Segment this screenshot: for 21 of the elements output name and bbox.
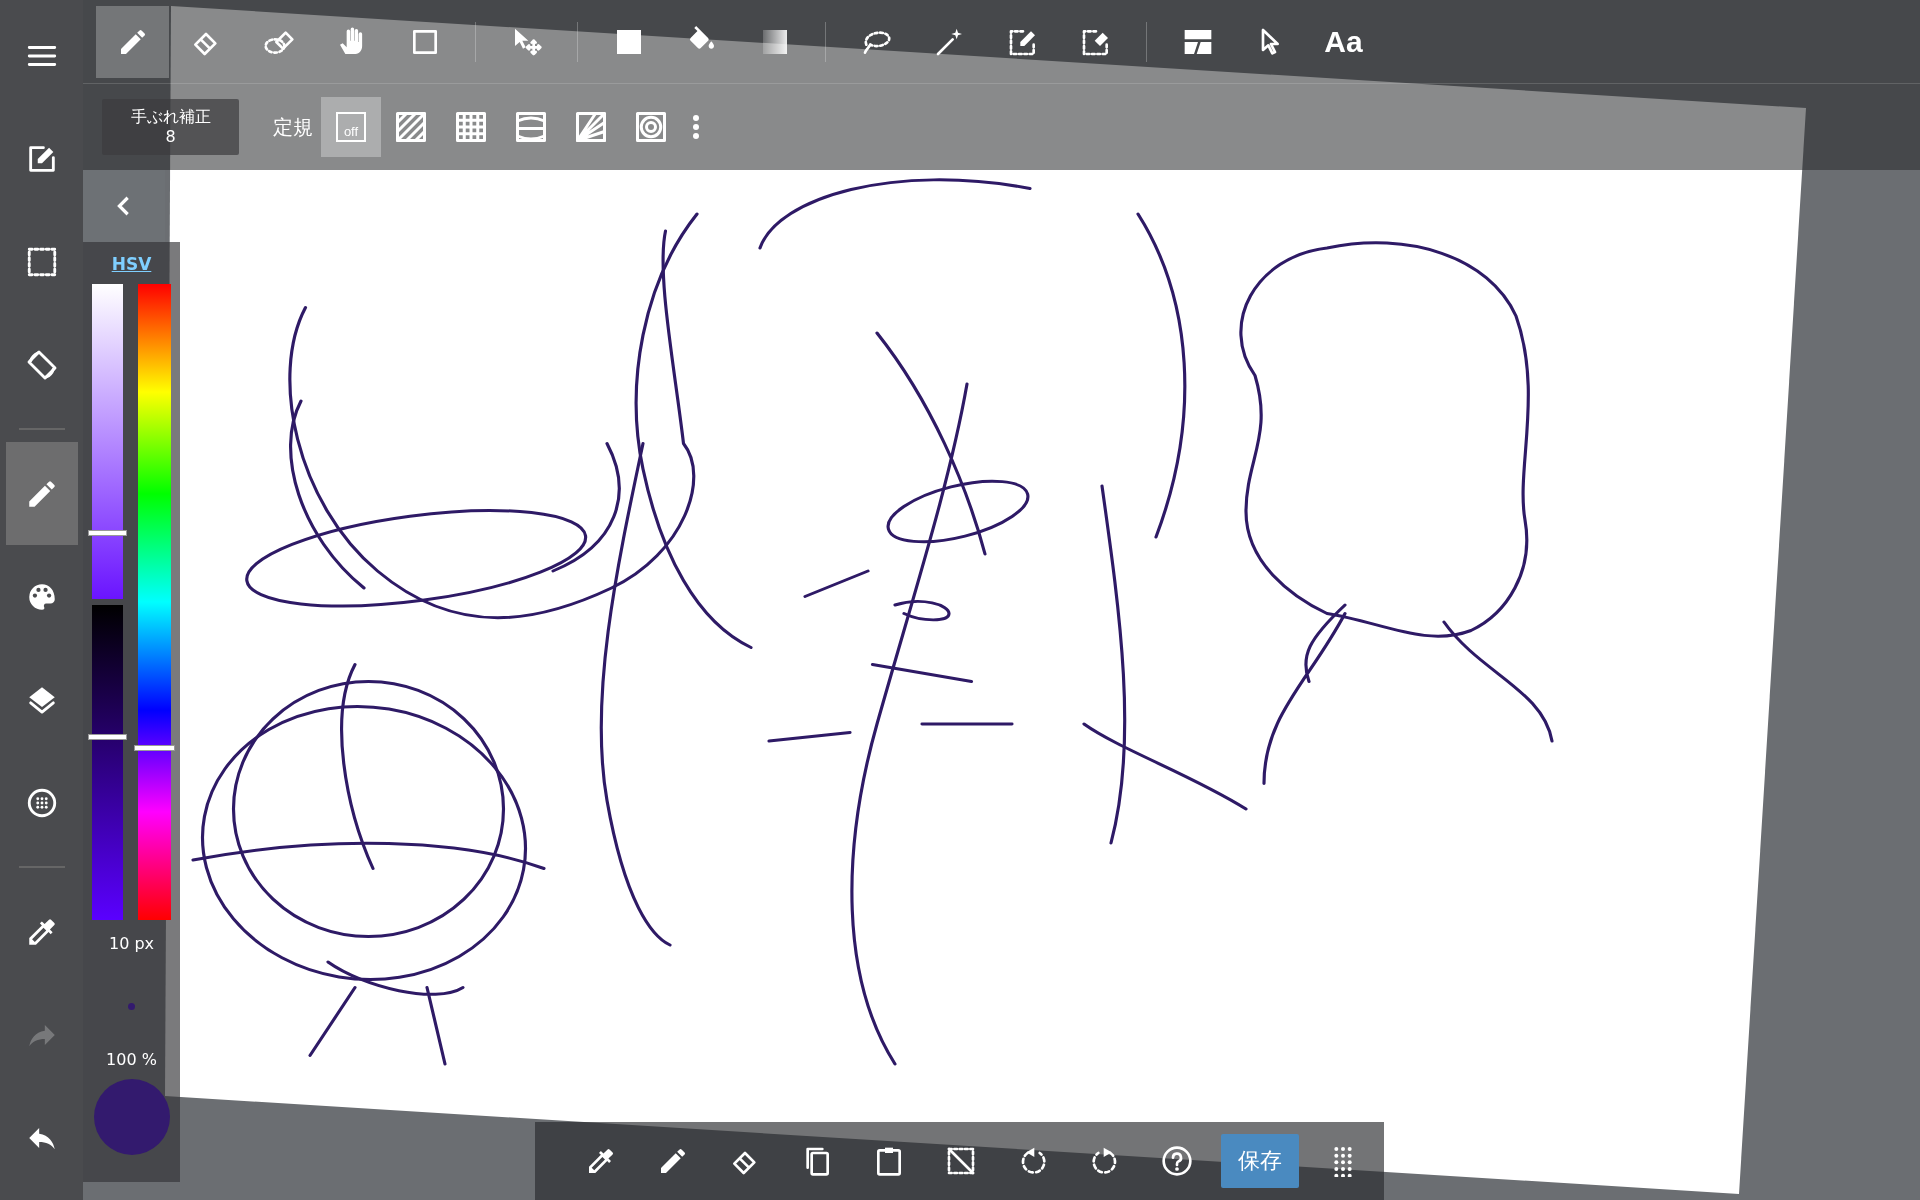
perspective-lines-icon [513, 109, 549, 145]
slider-thumb[interactable] [88, 734, 127, 741]
stabilizer-button[interactable]: 手ぶれ補正 8 [102, 99, 239, 155]
text-tool-button[interactable]: Aa [1307, 5, 1380, 78]
vertical-dots-icon [692, 114, 700, 140]
brush-size-dot [128, 1003, 135, 1010]
parallel-lines-icon [393, 109, 429, 145]
deselect-icon [945, 1145, 977, 1177]
concentric-circles-icon [633, 109, 669, 145]
grid-icon [453, 109, 489, 145]
save-button[interactable]: 保存 [1221, 1134, 1299, 1188]
slider-thumb[interactable] [88, 529, 127, 536]
ruler-label: 定規 [273, 113, 313, 141]
sidebar-button[interactable] [5, 442, 78, 545]
brush-size-label: 10 px [108, 934, 155, 953]
tool-button[interactable] [96, 5, 169, 78]
opacity-label: 100 % [106, 1050, 157, 1069]
color-mode-tab[interactable]: HSV [111, 254, 152, 274]
slider-thumb[interactable] [134, 745, 175, 752]
radial-lines-icon [573, 109, 609, 145]
help-icon [1161, 1145, 1193, 1177]
